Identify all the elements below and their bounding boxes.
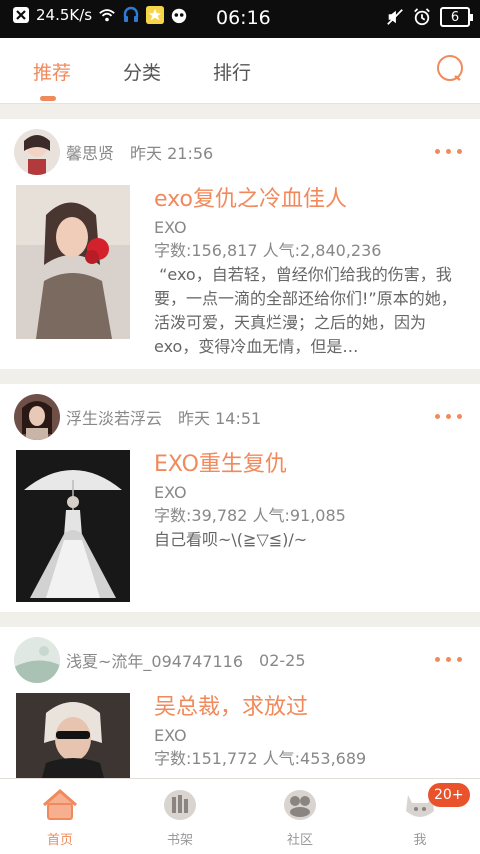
owl-icon: [170, 6, 188, 24]
more-options-button[interactable]: [435, 149, 462, 154]
book-info: EXO重生复仇 EXO 字数:39,782 人气:91,085 自己看呗~\(≧…: [154, 450, 464, 552]
book-info: 吴总裁，求放过 EXO 字数:151,772 人气:453,689: [154, 693, 464, 771]
headset-icon: [122, 6, 140, 24]
book-stats: 字数:151,772 人气:453,689: [154, 749, 367, 768]
status-bar: 24.5K/s 06:16 6: [0, 0, 480, 38]
top-nav: 推荐 分类 排行: [0, 38, 480, 104]
more-options-button[interactable]: [435, 414, 462, 419]
tab-ranking[interactable]: 排行: [213, 58, 251, 85]
nav-home-label: 首页: [46, 833, 73, 848]
bottom-nav: 首页 书架 社区 我: [0, 778, 480, 854]
post-card[interactable]: 馨思贤 昨天 21:56 exo复仇之冷血佳人 EXO 字数:156,817 人…: [0, 119, 480, 369]
bookshelf-icon: [160, 790, 200, 827]
more-options-button[interactable]: [435, 657, 462, 662]
nav-community-label: 社区: [286, 833, 313, 848]
me-cat-icon: [400, 795, 440, 827]
net-speed: 24.5K/s: [36, 6, 93, 24]
status-left: 24.5K/s: [12, 6, 188, 24]
book-tag: EXO: [154, 726, 187, 745]
avatar[interactable]: [14, 394, 60, 440]
battery-level: 6: [450, 9, 460, 25]
book-title[interactable]: exo复仇之冷血佳人: [154, 185, 464, 215]
notification-badge: 20+: [428, 783, 470, 807]
avatar[interactable]: [14, 129, 60, 175]
nav-bookshelf-label: 书架: [166, 833, 193, 848]
author-name[interactable]: 馨思贤: [66, 140, 114, 164]
nav-bookshelf[interactable]: 书架: [140, 787, 220, 848]
book-stats: 字数:39,782 人气:91,085: [154, 506, 346, 525]
nav-home[interactable]: 首页: [20, 787, 100, 848]
alarm-icon: [413, 8, 431, 26]
book-description: “exo，自若轻，曾经你们给我的伤害，我要，一点一滴的全部还给你们!”原本的她，…: [154, 265, 457, 356]
post-time: 02-25: [259, 650, 306, 670]
post-header: 浮生淡若浮云 昨天 14:51: [14, 394, 261, 440]
nav-me-label: 我: [413, 833, 427, 848]
book-cover[interactable]: [16, 185, 130, 339]
book-info: exo复仇之冷血佳人 EXO 字数:156,817 人气:2,840,236 “…: [154, 185, 464, 359]
post-header: 浅夏~流年_094747116 02-25: [14, 637, 306, 683]
post-time: 昨天 21:56: [130, 144, 214, 163]
community-icon: [280, 790, 320, 827]
book-tag: EXO: [154, 483, 187, 502]
mute-icon: [386, 8, 404, 26]
tab-recommend[interactable]: 推荐: [33, 58, 71, 85]
post-card[interactable]: 浅夏~流年_094747116 02-25 吴总裁，求放过 EXO 字数:151…: [0, 627, 480, 778]
author-name[interactable]: 浮生淡若浮云: [66, 405, 162, 429]
star-badge-icon: [146, 6, 165, 24]
home-icon: [40, 789, 80, 827]
book-cover[interactable]: [16, 693, 130, 778]
post-card[interactable]: 浮生淡若浮云 昨天 14:51 EXO重生复仇 EXO 字数:39,782 人气…: [0, 384, 480, 612]
search-icon[interactable]: [436, 54, 464, 82]
book-cover[interactable]: [16, 450, 130, 602]
battery-icon: 6: [440, 7, 473, 27]
book-description: 自己看呗~\(≧▽≦)/~: [154, 530, 308, 549]
wifi-icon: [98, 6, 116, 24]
book-title[interactable]: EXO重生复仇: [154, 450, 464, 480]
author-name[interactable]: 浅夏~流年_094747116: [66, 648, 243, 672]
status-right: 6: [386, 7, 473, 27]
post-header: 馨思贤 昨天 21:56: [14, 129, 213, 175]
book-tag: EXO: [154, 218, 187, 237]
clock: 06:16: [216, 7, 271, 29]
book-title[interactable]: 吴总裁，求放过: [154, 693, 464, 723]
post-time: 昨天 14:51: [178, 409, 262, 428]
book-stats: 字数:156,817 人气:2,840,236: [154, 241, 382, 260]
avatar[interactable]: [14, 637, 60, 683]
tab-category[interactable]: 分类: [123, 58, 161, 85]
x-box-icon: [12, 6, 30, 24]
nav-community[interactable]: 社区: [260, 787, 340, 848]
active-tab-indicator: [40, 96, 56, 101]
